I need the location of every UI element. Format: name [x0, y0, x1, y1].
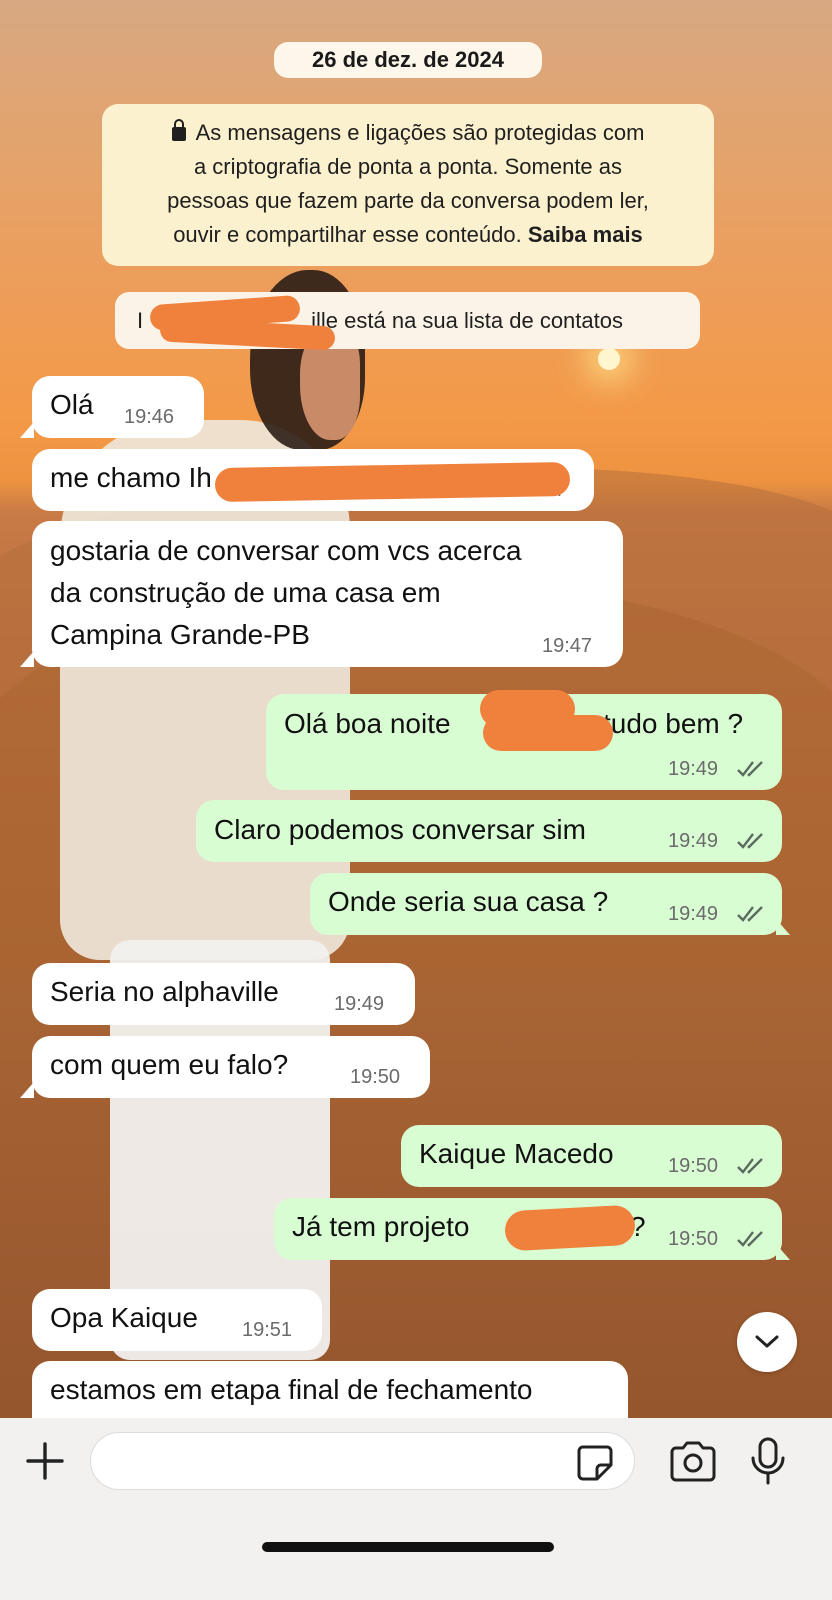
bubble-tail	[20, 422, 34, 438]
message-bubble-incoming[interactable]: Opa Kaique 19:51	[32, 1289, 322, 1351]
read-receipt-icon	[737, 1158, 763, 1174]
notice-line-3: pessoas que fazem parte da conversa pode…	[167, 188, 649, 213]
message-time: 19:51	[242, 1319, 293, 1341]
bubble-tail	[20, 651, 34, 667]
contact-name-prefix: I	[137, 307, 144, 333]
read-receipt-icon	[737, 833, 763, 849]
message-bubble-incoming[interactable]: Seria no alphaville 19:49	[32, 963, 415, 1025]
plus-icon[interactable]	[22, 1438, 68, 1484]
contact-notice-text: ille está na sua lista de contatos	[311, 307, 623, 333]
bubble-tail	[776, 1244, 790, 1260]
message-text: Kaique Macedo	[419, 1138, 614, 1169]
sticker-icon[interactable]	[575, 1443, 615, 1483]
message-text: Seria no alphaville	[50, 976, 279, 1007]
read-receipt-icon	[737, 906, 763, 922]
notice-line-1: As mensagens e ligações são protegidas c…	[195, 120, 645, 145]
message-text: me chamo Ih	[50, 462, 212, 493]
encryption-notice[interactable]: As mensagens e ligações são protegidas c…	[102, 104, 714, 266]
notice-line-4: ouvir e compartilhar esse conteúdo.	[173, 222, 522, 247]
read-receipt-icon	[737, 1231, 763, 1247]
scroll-to-bottom-button[interactable]	[737, 1312, 797, 1372]
lock-icon	[171, 119, 186, 141]
message-bubble-incoming[interactable]: gostaria de conversar com vcs acerca da …	[32, 521, 623, 667]
read-receipt-icon	[737, 761, 763, 777]
notice-line-2: a criptografia de ponta a ponta. Somente…	[193, 154, 623, 179]
chat-screen: 26 de dez. de 2024 As mensagens e ligaçõ…	[0, 0, 832, 1600]
message-bubble-outgoing[interactable]: Onde seria sua casa ? 19:49	[310, 873, 782, 935]
message-time: 19:50	[668, 1228, 719, 1250]
home-indicator[interactable]	[262, 1542, 554, 1552]
message-bubble-outgoing[interactable]: Kaique Macedo 19:50	[401, 1125, 782, 1187]
message-text: Opa Kaique	[50, 1302, 198, 1333]
message-time: 19:50	[668, 1155, 719, 1177]
message-time: 19:50	[350, 1066, 401, 1088]
redaction-mark	[214, 461, 571, 503]
message-time: 19:46	[124, 406, 175, 428]
message-text: com quem eu falo?	[50, 1049, 289, 1080]
chevron-down-icon	[755, 1335, 779, 1348]
message-text: estamos em etapa final de fechamento	[50, 1374, 533, 1405]
message-text-end: tudo bem ?	[603, 708, 744, 739]
message-text: gostaria de conversar com vcs acerca da …	[50, 535, 522, 650]
camera-icon[interactable]	[668, 1440, 718, 1482]
learn-more-link[interactable]: Saiba mais	[528, 222, 643, 247]
message-bubble-outgoing[interactable]: Claro podemos conversar sim 19:49	[196, 800, 782, 862]
wallpaper-sun	[598, 348, 620, 370]
bubble-tail	[776, 919, 790, 935]
message-bubble-incoming[interactable]: Olá 19:46	[32, 376, 204, 438]
message-text: Olá boa noite	[284, 708, 451, 739]
date-separator: 26 de dez. de 2024	[274, 42, 542, 78]
message-time: 19:47	[542, 635, 593, 657]
microphone-icon[interactable]	[748, 1436, 788, 1486]
message-time: 19:49	[668, 758, 719, 780]
message-text: Claro podemos conversar sim	[214, 814, 586, 845]
message-time: 19:49	[668, 903, 719, 925]
message-text: Já tem projeto	[292, 1211, 470, 1242]
redaction-mark	[504, 1204, 636, 1252]
message-text: Olá	[50, 389, 94, 420]
message-time: 19:49	[668, 830, 719, 852]
bubble-tail	[20, 1082, 34, 1098]
message-time: 19:49	[334, 993, 385, 1015]
message-input[interactable]	[90, 1432, 635, 1490]
message-bubble-incoming[interactable]: com quem eu falo? 19:50	[32, 1036, 430, 1098]
redaction-mark	[483, 715, 613, 751]
message-text: Onde seria sua casa ?	[328, 886, 609, 917]
